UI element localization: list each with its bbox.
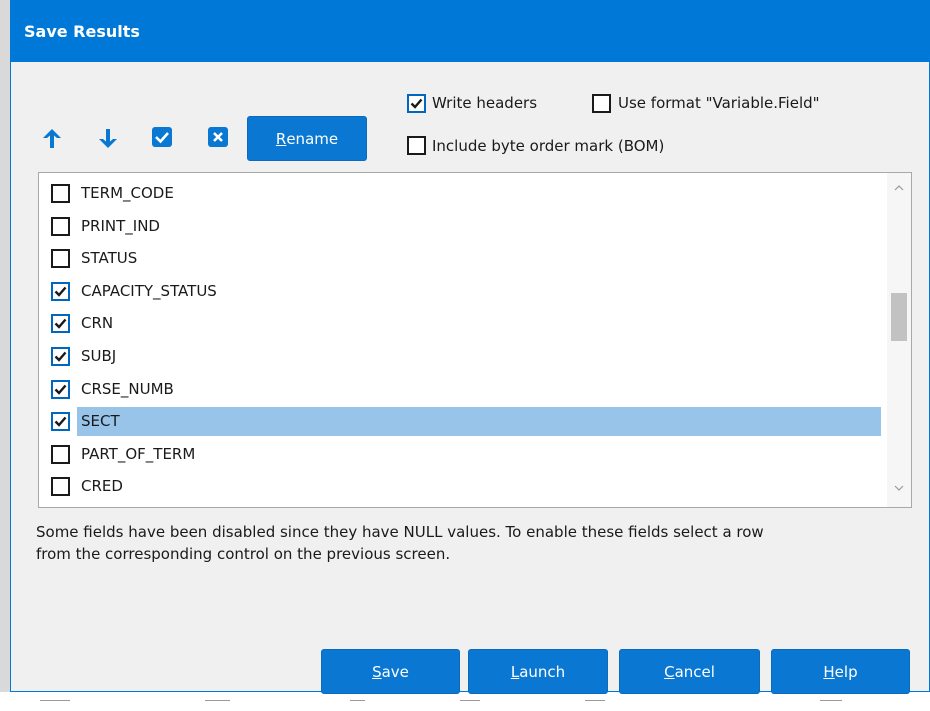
cancel-button[interactable]: Cancel [619,649,760,694]
field-row[interactable]: CAPACITY_STATUS [41,276,881,306]
background-window-edge [0,0,10,711]
field-checkbox[interactable] [51,281,70,301]
field-row[interactable]: PART_OF_TERM [41,439,881,469]
field-row[interactable]: CRSE_NUMB [41,374,881,404]
background-window-bottom [0,692,930,711]
null-fields-note: Some fields have been disabled since the… [36,523,764,563]
field-row[interactable]: CRED [41,471,881,501]
field-checkbox[interactable] [51,249,70,269]
field-row[interactable]: TERM_CODE [41,178,881,208]
field-row[interactable]: SECT [41,406,881,437]
rename-button[interactable]: Rename [247,116,367,161]
field-checkbox[interactable] [51,347,70,366]
field-row[interactable]: PRINT_IND [41,211,881,241]
launch-button[interactable]: Launch [468,649,608,694]
scroll-up-icon[interactable] [893,183,905,193]
checkmark-icon [54,416,67,427]
field-checkbox[interactable] [51,314,70,334]
field-name: CAPACITY_STATUS [81,281,217,300]
field-checkbox[interactable] [51,412,70,432]
dialog-title: Save Results [24,22,140,41]
scroll-down-icon[interactable] [893,483,905,493]
arrow-down-icon[interactable] [97,127,119,149]
uncheck-all-icon[interactable] [207,126,229,148]
save-button[interactable]: Save [321,649,460,694]
checkmark-icon [54,286,67,297]
field-name: STATUS [81,249,138,268]
field-checkbox[interactable] [51,477,70,497]
field-name: CRN [81,314,114,333]
checkmark-icon [410,98,423,109]
field-name: CRED [81,477,123,496]
checkmark-icon [54,384,67,395]
row-selection-highlight [77,407,881,437]
field-name: PART_OF_TERM [81,444,196,463]
field-name: SECT [81,412,120,431]
checkmark-icon [54,351,67,362]
scrollbar-thumb[interactable] [891,293,907,341]
field-row[interactable]: VARIABLE_HRS [41,504,881,507]
field-row[interactable]: SUBJ [41,341,881,371]
field-checkbox[interactable] [51,444,70,464]
field-name: CRSE_NUMB [81,379,174,398]
use-format-checkbox[interactable] [592,94,611,113]
save-results-dialog: Save Results Rename Write headers Use fo… [10,0,930,694]
use-format-label: Use format "Variable.Field" [618,94,820,112]
help-button[interactable]: Help [771,649,910,694]
field-checkbox[interactable] [51,216,70,236]
title-bar: Save Results [11,0,929,62]
field-row[interactable]: STATUS [41,243,881,273]
include-bom-checkbox[interactable] [407,136,426,155]
list-scrollbar[interactable] [887,173,911,507]
write-headers-checkbox[interactable] [407,94,426,113]
field-name: TERM_CODE [81,184,174,202]
field-checkbox[interactable] [51,379,70,399]
include-bom-label: Include byte order mark (BOM) [432,137,665,155]
field-name: SUBJ [81,347,117,365]
checkmark-icon [54,319,67,330]
field-checkbox[interactable] [51,184,70,203]
write-headers-label: Write headers [432,94,538,112]
field-name: PRINT_IND [81,216,160,235]
fields-list[interactable]: TERM_CODE PRINT_IND STATUS CAPACITY_STATUS C… [38,172,912,508]
check-all-icon[interactable] [151,126,173,148]
field-row[interactable]: CRN [41,308,881,338]
arrow-up-icon[interactable] [41,127,63,149]
